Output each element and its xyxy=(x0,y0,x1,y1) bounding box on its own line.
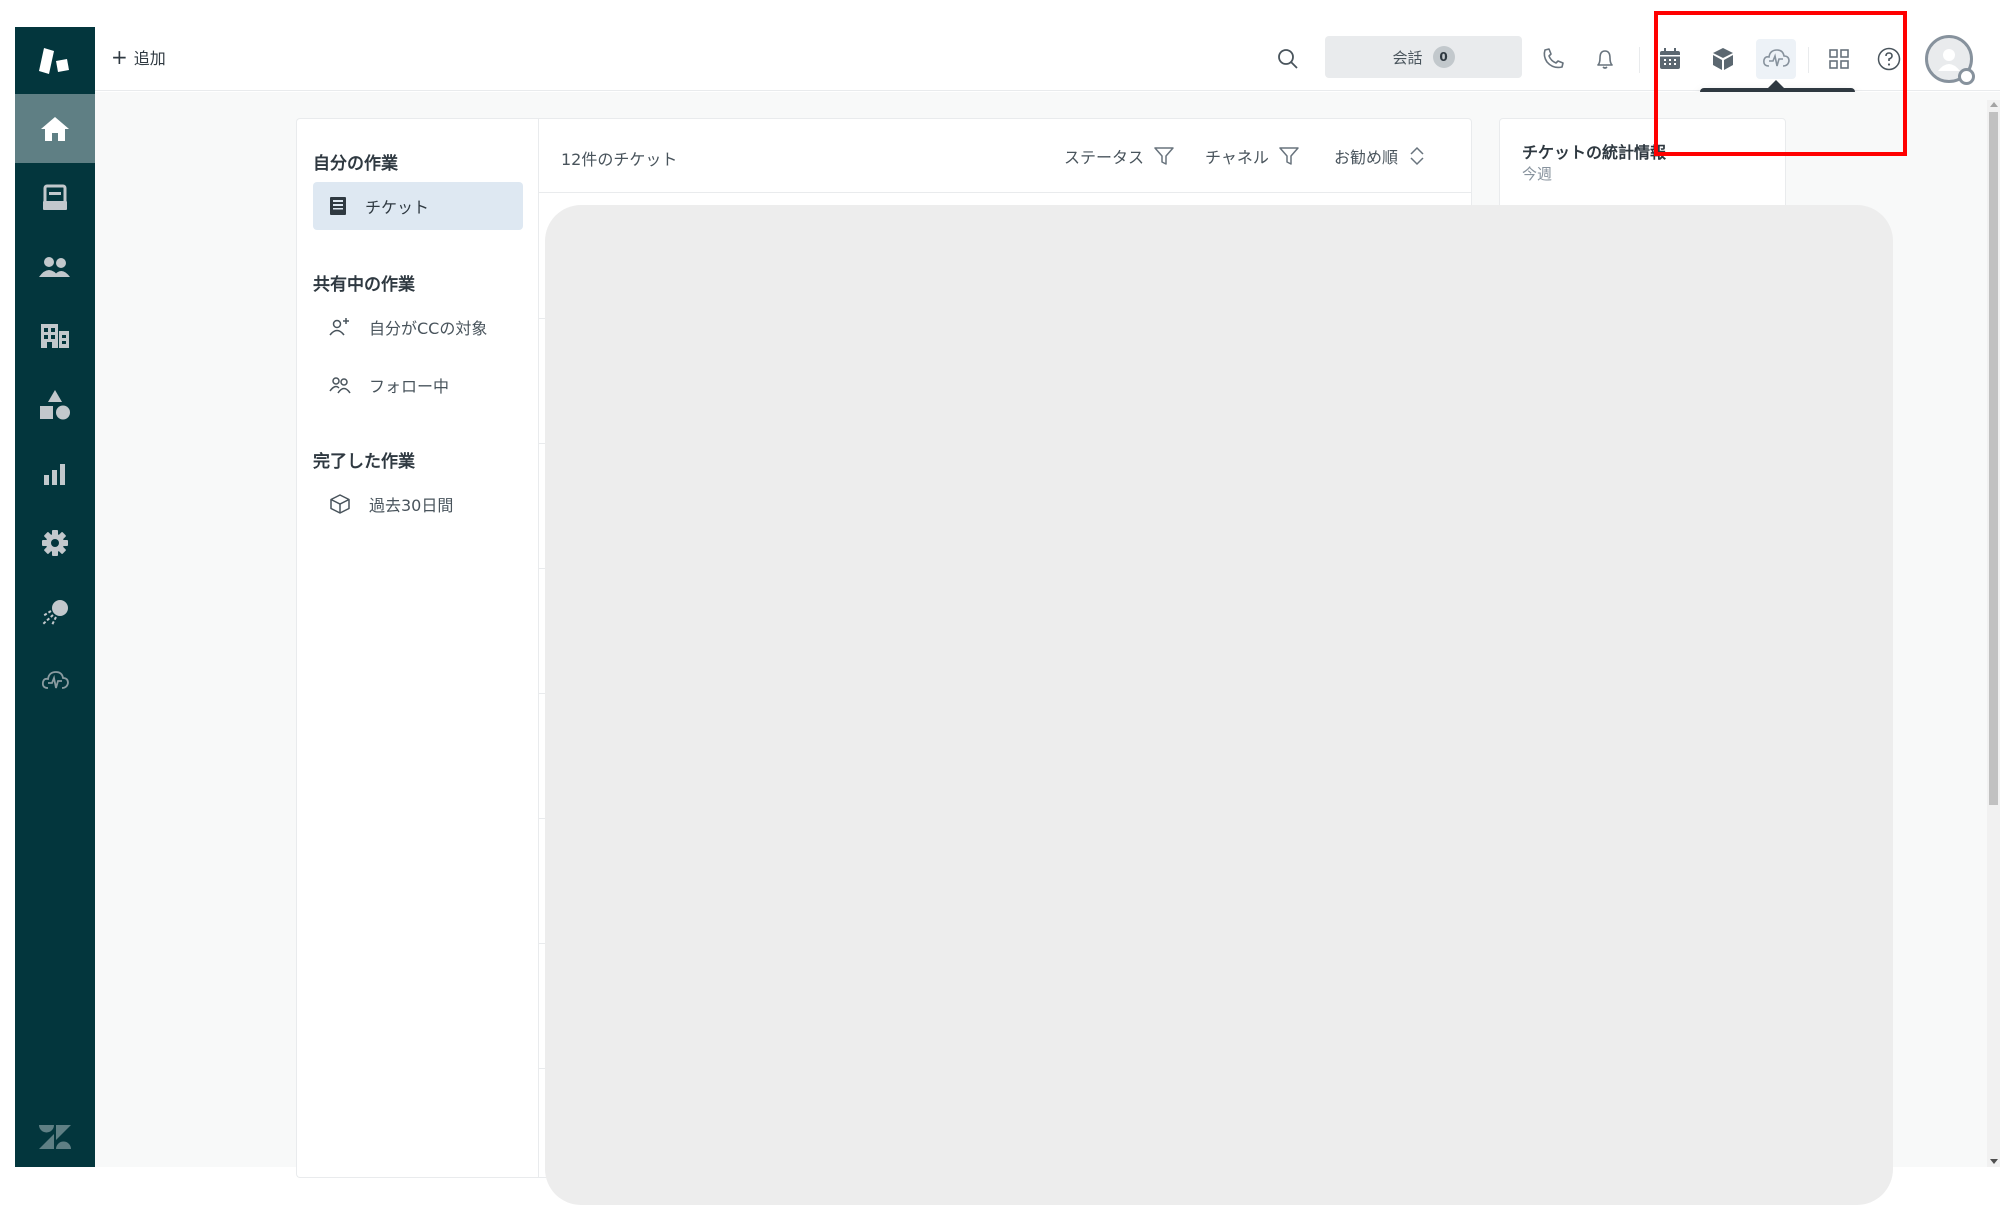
sort-dropdown[interactable]: お勧め順 xyxy=(1334,144,1426,168)
ticket-count: 12件のチケット xyxy=(561,150,678,169)
user-avatar[interactable] xyxy=(1925,35,1975,85)
product-tray-button[interactable] xyxy=(1819,39,1859,79)
amazon-connect-icon xyxy=(1763,49,1790,67)
product-logo[interactable] xyxy=(15,27,95,94)
nav-objects[interactable] xyxy=(15,370,95,439)
objects-icon xyxy=(40,389,70,419)
view-item-following[interactable]: フォロー中 xyxy=(313,361,523,409)
view-item-label: チケット xyxy=(365,198,430,217)
filter-icon xyxy=(1279,147,1299,165)
scrollbar-thumb[interactable] xyxy=(1989,112,1998,805)
stats-title: チケットの統計情報 xyxy=(1522,143,1667,162)
filter-label: チャネル xyxy=(1205,148,1269,167)
help-icon xyxy=(1877,47,1901,71)
view-item-label: フォロー中 xyxy=(369,377,450,396)
box-app-button[interactable] xyxy=(1703,39,1743,79)
scroll-up-arrow[interactable] xyxy=(1990,102,1998,107)
plus-icon: + xyxy=(111,45,128,69)
grid-icon xyxy=(1829,49,1849,69)
talk-button[interactable] xyxy=(1533,39,1573,79)
view-item-label: 自分がCCの対象 xyxy=(369,319,488,338)
filter-label: ステータス xyxy=(1064,148,1145,167)
view-item-tickets[interactable]: チケット xyxy=(313,182,523,230)
nav-app[interactable] xyxy=(15,577,95,646)
zendesk-logo[interactable] xyxy=(15,1107,95,1167)
nav-admin[interactable] xyxy=(15,508,95,577)
views-panel: 自分の作業 チケット 共有中の作業 自分がCCの対象 フォロー中 完了した作業 … xyxy=(296,118,539,1178)
user-icon xyxy=(1938,49,1960,71)
organizations-icon xyxy=(41,323,69,348)
zendesk-logo-icon xyxy=(39,1125,71,1149)
sort-label: お勧め順 xyxy=(1334,148,1399,167)
ticket-list-header: 12件のチケット ステータス チャネル お勧め順 xyxy=(539,119,1471,193)
page-scrollbar[interactable] xyxy=(1987,100,2000,1167)
left-nav xyxy=(15,27,95,1167)
sort-icon xyxy=(1410,146,1424,166)
help-button[interactable] xyxy=(1869,39,1909,79)
add-button[interactable]: + 追加 xyxy=(111,45,166,69)
shared-work-heading: 共有中の作業 xyxy=(313,275,415,295)
topbar-divider xyxy=(1808,47,1809,73)
amazon-connect-button[interactable] xyxy=(1756,39,1796,79)
add-button-label: 追加 xyxy=(133,49,166,68)
zendesk-agent-workspace: + 追加 会話 0 自分の作業 チケット 共有中の作業 自分がCCの対象 フォロ… xyxy=(0,0,2000,1205)
ticket-inbox-icon xyxy=(330,197,346,215)
admin-gear-icon xyxy=(42,529,68,556)
nav-reporting[interactable] xyxy=(15,439,95,508)
view-item-cc[interactable]: 自分がCCの対象 xyxy=(313,303,523,351)
amazon-connect-icon xyxy=(41,670,69,689)
conversations-button[interactable]: 会話 0 xyxy=(1325,36,1522,78)
status-indicator xyxy=(1958,68,1975,85)
bell-icon xyxy=(1597,50,1613,69)
user-plus-icon xyxy=(329,318,349,336)
phone-icon xyxy=(1543,48,1564,69)
status-filter[interactable]: ステータス xyxy=(1064,144,1174,168)
conversations-count-badge: 0 xyxy=(1432,46,1455,68)
filter-icon xyxy=(1154,147,1174,165)
support-logo-icon xyxy=(39,47,69,74)
notifications-button[interactable] xyxy=(1585,39,1625,79)
channel-filter[interactable]: チャネル xyxy=(1205,144,1299,168)
nav-customers[interactable] xyxy=(15,232,95,301)
topbar-divider xyxy=(1639,47,1640,73)
cube-icon xyxy=(1713,48,1733,70)
calendar-icon xyxy=(1660,48,1680,69)
tickets-icon xyxy=(43,184,67,210)
reporting-icon xyxy=(44,463,65,485)
view-item-label: 過去30日間 xyxy=(369,496,454,515)
comet-app-icon xyxy=(42,599,68,625)
scroll-down-arrow[interactable] xyxy=(1990,1159,1998,1164)
nav-organizations[interactable] xyxy=(15,301,95,370)
cube-outline-icon xyxy=(330,494,350,514)
customers-icon xyxy=(39,256,70,277)
conversations-label: 会話 xyxy=(1392,48,1423,67)
nav-tickets[interactable] xyxy=(15,163,95,232)
home-icon xyxy=(41,116,69,141)
stats-period: 今週 xyxy=(1522,165,1553,183)
search-button[interactable] xyxy=(1268,39,1308,79)
search-icon xyxy=(1278,49,1298,69)
nav-amazon-connect[interactable] xyxy=(15,646,95,715)
my-work-heading: 自分の作業 xyxy=(313,154,398,174)
users-icon xyxy=(329,377,351,394)
nav-home[interactable] xyxy=(15,94,95,163)
calendar-app-button[interactable] xyxy=(1650,39,1690,79)
top-bar: + 追加 会話 0 xyxy=(95,27,2000,91)
loading-overlay xyxy=(545,205,1893,1205)
completed-work-heading: 完了した作業 xyxy=(313,452,415,472)
view-item-last-30-days[interactable]: 過去30日間 xyxy=(313,480,523,528)
